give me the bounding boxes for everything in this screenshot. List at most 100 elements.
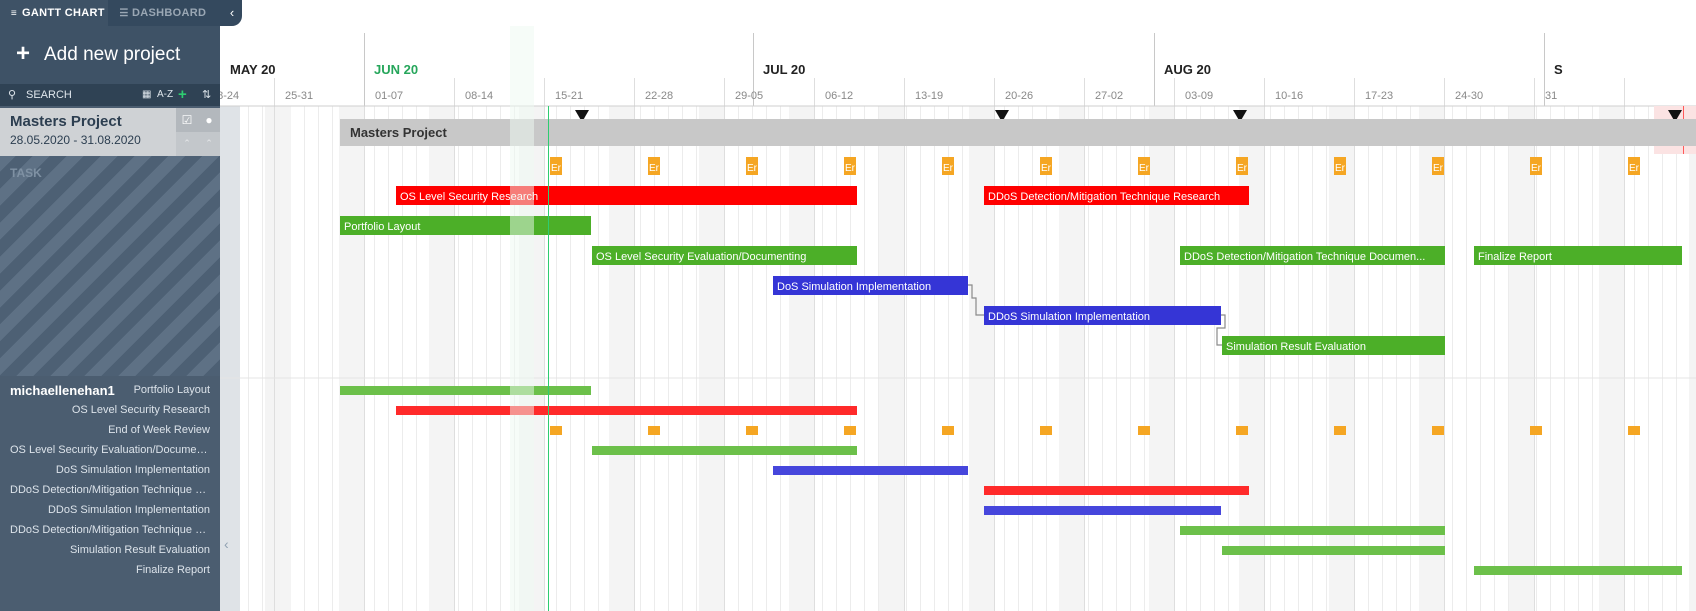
project-name: Masters Project	[10, 113, 122, 130]
resource-recurring-bar[interactable]	[1334, 426, 1346, 435]
weekend-column	[699, 106, 725, 611]
resource-recurring-bar[interactable]	[942, 426, 954, 435]
resource-bar[interactable]	[396, 406, 857, 415]
collapse-sidebar-icon[interactable]: ‹	[222, 0, 242, 26]
calendar-icon[interactable]: ▦	[142, 84, 151, 106]
week-label: 27-02	[1095, 90, 1123, 102]
task-bar-label: DDoS Detection/Mitigation Technique Rese…	[988, 191, 1220, 203]
week-label: 15-21	[555, 90, 583, 102]
month-label: AUG 20	[1164, 62, 1211, 77]
search-input[interactable]: SEARCH	[26, 84, 72, 106]
weekend-column	[789, 106, 815, 611]
tab-dashboard[interactable]: ☰ DASHBOARD	[110, 0, 220, 26]
resource-recurring-bar[interactable]	[844, 426, 856, 435]
weekend-column	[339, 106, 365, 611]
resource-bar[interactable]	[984, 506, 1221, 515]
project-summary-bar[interactable]	[340, 119, 1696, 146]
task-bar-label: DDoS Simulation Implementation	[988, 311, 1150, 323]
add-project-button[interactable]: + Add new project	[0, 26, 220, 84]
resource-bar[interactable]	[1180, 526, 1445, 535]
month-label: S	[1554, 62, 1563, 77]
sort-order-icon[interactable]: ⇅	[202, 84, 211, 106]
weekend-column	[879, 106, 905, 611]
recurring-task-label: Er	[1531, 163, 1542, 174]
today-highlight	[510, 26, 534, 611]
search-icon[interactable]: ⚲	[8, 84, 16, 106]
resource-task[interactable]: Simulation Result Evaluation	[10, 544, 210, 556]
sort-az-button[interactable]: A-Z	[157, 84, 173, 106]
month-header: MAY 20 JUN 20 JUL 20 AUG 20 S	[230, 33, 1563, 106]
gantt-icon: ≡	[10, 8, 18, 19]
weekend-column	[1239, 106, 1265, 611]
chevron-up-icon[interactable]: ⌃	[176, 132, 198, 156]
tab-label: DASHBOARD	[132, 7, 207, 19]
resource-bar[interactable]	[1474, 566, 1682, 575]
resource-task[interactable]: DDoS Detection/Mitigation Technique Rese…	[10, 484, 210, 496]
week-label: 22-28	[645, 90, 673, 102]
weekend-column	[1329, 106, 1355, 611]
resource-task[interactable]: DDoS Detection/Mitigation Technique Docu…	[10, 524, 210, 536]
resource-recurring-bar[interactable]	[746, 426, 758, 435]
week-label: 24-30	[1455, 90, 1483, 102]
resource-bar[interactable]	[592, 446, 857, 455]
resource-task[interactable]: Finalize Report	[10, 564, 210, 576]
resource-recurring-bar[interactable]	[1236, 426, 1248, 435]
user-icon[interactable]: ●	[198, 108, 220, 132]
resource-bar[interactable]	[773, 466, 968, 475]
search-bar: ⚲ SEARCH ▦ A-Z + ⇅	[0, 84, 220, 106]
resource-recurring-bar[interactable]	[1530, 426, 1542, 435]
task-bar-label: DoS Simulation Implementation	[777, 281, 931, 293]
resource-task[interactable]: End of Week Review	[10, 424, 210, 436]
week-label: 18-24	[220, 90, 239, 102]
chevron-up-icon[interactable]: ⌃	[198, 132, 220, 156]
recurring-task-label: Er	[1335, 163, 1346, 174]
tab-gantt-chart[interactable]: ≡ GANTT CHART	[0, 0, 108, 26]
resource-task[interactable]: OS Level Security Research	[10, 404, 210, 416]
gantt-canvas: MAY 20 JUN 20 JUL 20 AUG 20 S 18-24 25-31 01-0…	[220, 26, 1696, 611]
weekend-column	[1149, 106, 1175, 611]
recurring-task-label: Er	[551, 163, 562, 174]
checkbox-icon[interactable]: ☑	[176, 108, 198, 132]
add-icon[interactable]: +	[178, 84, 187, 106]
project-card[interactable]: Masters Project 28.05.2020 - 31.08.2020 …	[0, 108, 220, 156]
recurring-task-label: Er	[1629, 163, 1640, 174]
recurring-task-label: Er	[649, 163, 660, 174]
weekend-column	[1599, 106, 1625, 611]
day-grid	[240, 106, 1696, 611]
project-dates: 28.05.2020 - 31.08.2020	[10, 133, 141, 147]
resource-recurring-bar[interactable]	[1432, 426, 1444, 435]
resource-recurring-bar[interactable]	[648, 426, 660, 435]
view-tabs: ≡ GANTT CHART ☰ DASHBOARD ‹	[0, 0, 242, 26]
week-header: 18-24 25-31 01-07 08-14 15-21 22-28 29-05 06-12…	[220, 90, 1557, 102]
task-area: TASK	[0, 156, 220, 376]
resource-task[interactable]: OS Level Security Evaluation/Documenting	[10, 444, 210, 456]
resource-bar[interactable]	[340, 386, 591, 395]
resource-task[interactable]: DDoS Simulation Implementation	[10, 504, 210, 516]
resource-task[interactable]: Portfolio Layout	[10, 384, 210, 396]
tab-label: GANTT CHART	[22, 7, 105, 19]
week-label: 20-26	[1005, 90, 1033, 102]
week-label: 06-12	[825, 90, 853, 102]
plus-icon: +	[16, 40, 31, 67]
resource-recurring-bar[interactable]	[1628, 426, 1640, 435]
resource-recurring-bar[interactable]	[1138, 426, 1150, 435]
sidebar: + Add new project ⚲ SEARCH ▦ A-Z + ⇅ Mas…	[0, 0, 220, 611]
weekend-column	[969, 106, 995, 611]
resource-task[interactable]: DoS Simulation Implementation	[10, 464, 210, 476]
project-bar-label: Masters Project	[350, 125, 447, 140]
week-label: 13-19	[915, 90, 943, 102]
task-label: TASK	[10, 166, 42, 180]
add-project-label: Add new project	[44, 44, 181, 65]
task-bar-label: Simulation Result Evaluation	[1226, 341, 1366, 353]
week-label: 17-23	[1365, 90, 1393, 102]
resource-recurring-bar[interactable]	[550, 426, 562, 435]
week-label: 31	[1545, 90, 1557, 102]
week-label: 10-16	[1275, 90, 1303, 102]
recurring-task-label: Er	[747, 163, 758, 174]
resource-recurring-bar[interactable]	[1040, 426, 1052, 435]
resource-bar[interactable]	[1222, 546, 1445, 555]
resource-bar[interactable]	[984, 486, 1249, 495]
recurring-task-label: Er	[1139, 163, 1150, 174]
recurring-task-label: Er	[1041, 163, 1052, 174]
weekend-column	[1689, 106, 1696, 611]
